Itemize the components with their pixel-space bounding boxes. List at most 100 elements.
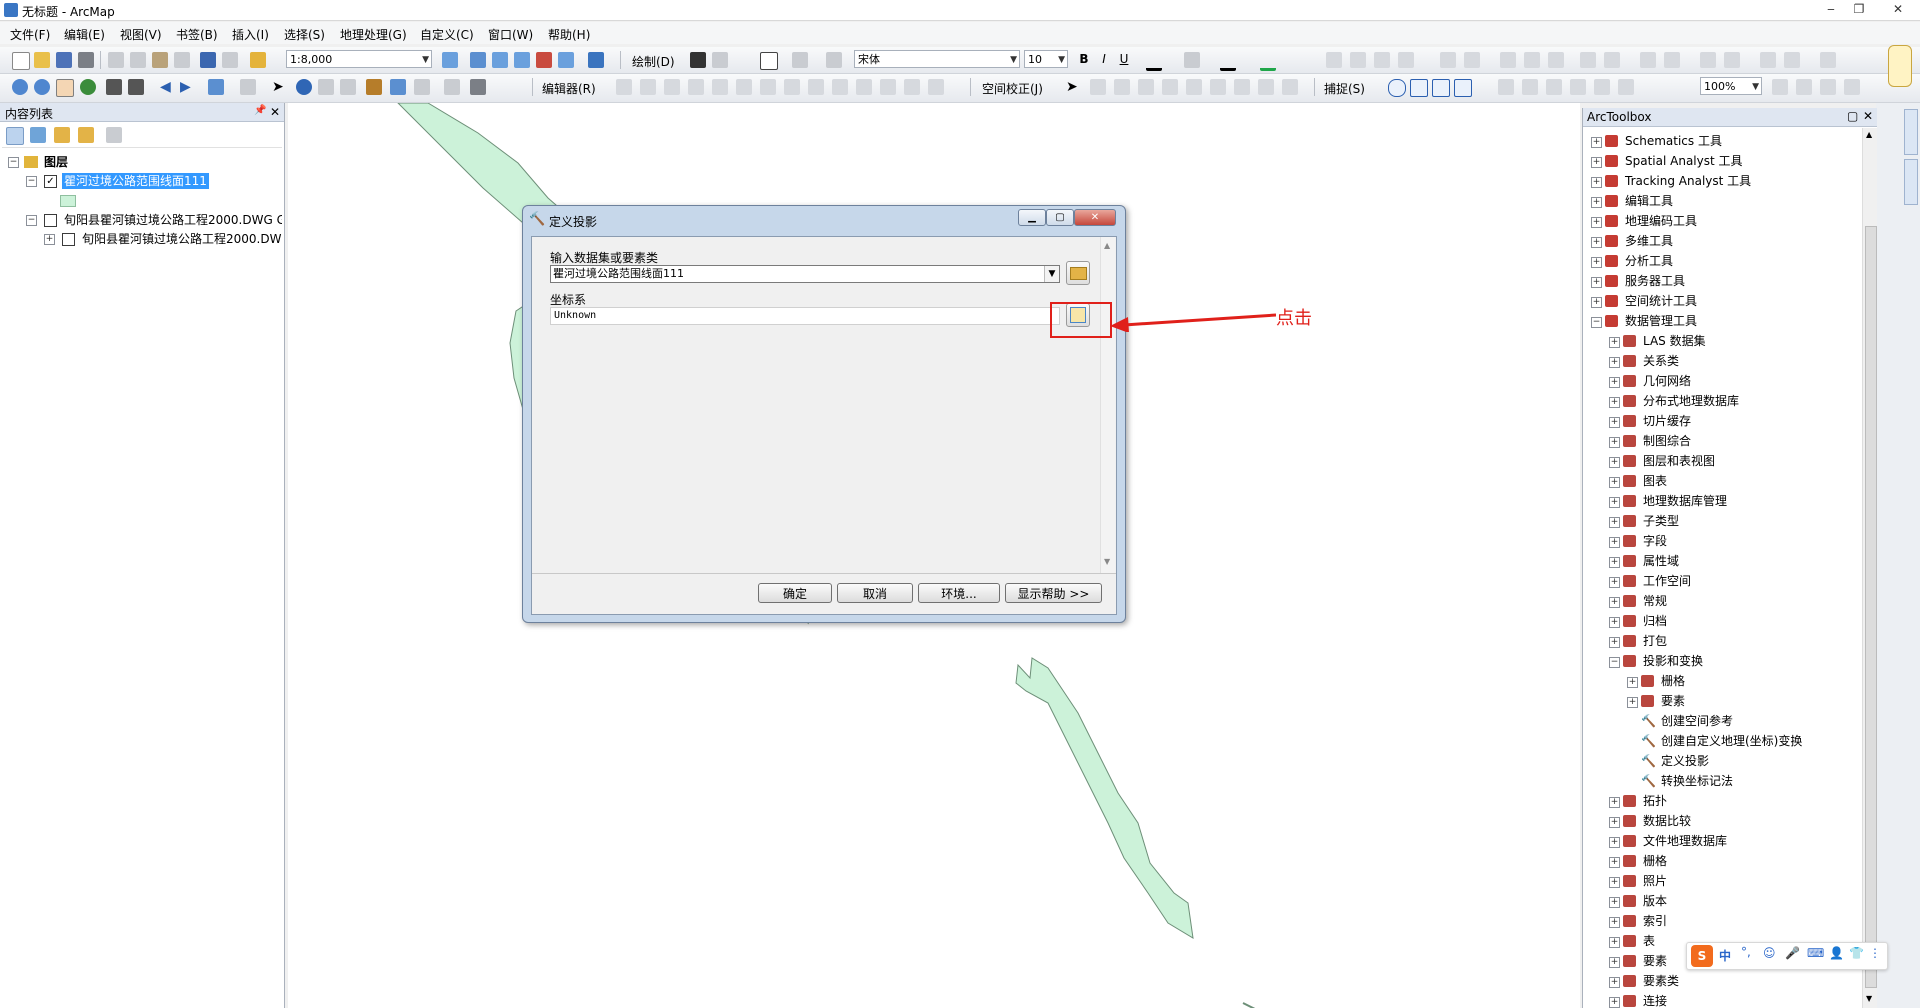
toolbox-tree-item[interactable]: + 版本 <box>1609 892 1853 911</box>
layout-tool-icon[interactable] <box>1546 79 1562 95</box>
toolbox-tree-item[interactable]: + 属性域 <box>1609 552 1853 571</box>
georef-tool-icon[interactable] <box>1548 52 1564 68</box>
georef-tool-icon[interactable] <box>1440 52 1456 68</box>
toolbox-tree-item[interactable]: + 分布式地理数据库 <box>1609 392 1853 411</box>
toolbox-tree-item[interactable]: + 图层和表视图 <box>1609 452 1853 471</box>
layout-tool-icon[interactable] <box>1618 79 1634 95</box>
menu-file[interactable]: 文件(F) <box>10 26 50 43</box>
toolbox-tree-item[interactable]: + 图表 <box>1609 472 1853 491</box>
menu-help[interactable]: 帮助(H) <box>548 26 590 43</box>
layer-visibility-checkbox[interactable] <box>62 233 75 246</box>
expand-icon[interactable]: + <box>1591 177 1602 188</box>
list-by-selection-icon[interactable] <box>78 127 94 143</box>
zoom-out-icon[interactable] <box>34 79 50 95</box>
toolbox-tree-item[interactable]: + Tracking Analyst 工具 <box>1591 172 1853 191</box>
expand-icon[interactable]: + <box>1609 997 1620 1008</box>
punctuation-icon[interactable]: °, <box>1741 945 1751 959</box>
expand-icon[interactable]: + <box>1609 417 1620 428</box>
expand-icon[interactable]: + <box>1609 957 1620 968</box>
edit-tool-icon[interactable] <box>880 79 896 95</box>
sogou-logo-icon[interactable]: S <box>1691 945 1713 967</box>
expand-icon[interactable]: + <box>1609 557 1620 568</box>
layout-zoom-combobox[interactable]: 100% ▼ <box>1700 77 1762 95</box>
coordinate-system-field[interactable]: Unknown <box>550 307 1060 325</box>
edit-tool-icon[interactable] <box>784 79 800 95</box>
edit-tool-icon[interactable] <box>664 79 680 95</box>
adjust-tool-icon[interactable] <box>1162 79 1178 95</box>
edit-tool-icon[interactable] <box>856 79 872 95</box>
select-elements-icon[interactable]: ➤ <box>1066 79 1082 95</box>
callout-icon[interactable] <box>826 52 842 68</box>
layout-tool-icon[interactable] <box>1844 79 1860 95</box>
georef-tool-icon[interactable] <box>1820 52 1836 68</box>
cut-icon[interactable] <box>108 52 124 68</box>
toolbox-tree-item[interactable]: + 连接 <box>1609 992 1853 1008</box>
toolbox-tree-item[interactable]: + 字段 <box>1609 532 1853 551</box>
layout-tool-icon[interactable] <box>1772 79 1788 95</box>
rectangle-icon[interactable] <box>760 52 778 70</box>
expand-icon[interactable]: + <box>1591 297 1602 308</box>
catalog-window-icon[interactable] <box>492 52 508 68</box>
georef-tool-icon[interactable] <box>1524 52 1540 68</box>
close-icon[interactable]: ✕ <box>1074 209 1116 226</box>
menu-insert[interactable]: 插入(I) <box>232 26 269 43</box>
toolbox-tree-item[interactable]: + 索引 <box>1609 912 1853 931</box>
toolbox-tree-item[interactable]: + 拓扑 <box>1609 792 1853 811</box>
menu-view[interactable]: 视图(V) <box>120 26 162 43</box>
layout-tool-icon[interactable] <box>1570 79 1586 95</box>
expand-icon[interactable]: + <box>1609 517 1620 528</box>
georef-tool-icon[interactable] <box>1700 52 1716 68</box>
time-slider-icon[interactable] <box>444 79 460 95</box>
adjust-tool-icon[interactable] <box>1138 79 1154 95</box>
maximize-icon[interactable]: ❐ <box>1846 0 1872 18</box>
chevron-up-icon[interactable]: ▲ <box>1866 130 1872 139</box>
georef-tool-icon[interactable] <box>1784 52 1800 68</box>
toolbox-tree-item[interactable]: + 服务器工具 <box>1591 272 1853 291</box>
environments-button[interactable]: 环境... <box>918 583 1000 603</box>
search-window-icon[interactable] <box>514 52 530 68</box>
georef-tool-icon[interactable] <box>1374 52 1390 68</box>
edit-tool-icon[interactable] <box>832 79 848 95</box>
toolbox-tree-item[interactable]: + 打包 <box>1609 632 1853 651</box>
toc-layer-label[interactable]: 瞿河过境公路范围线面111 <box>62 173 209 189</box>
microphone-icon[interactable]: 🎤 <box>1785 946 1800 960</box>
edit-tool-icon[interactable] <box>904 79 920 95</box>
expand-icon[interactable]: + <box>1627 677 1638 688</box>
adjust-tool-icon[interactable] <box>1210 79 1226 95</box>
expand-icon[interactable]: + <box>1591 217 1602 228</box>
toolbox-tree-item[interactable]: + 照片 <box>1609 872 1853 891</box>
collapse-icon[interactable]: − <box>26 176 37 187</box>
input-dataset-combobox[interactable]: 瞿河过境公路范围线面111 ▼ <box>550 265 1060 283</box>
vertex-snap-icon[interactable] <box>1432 79 1450 97</box>
toolbox-tree-item[interactable]: + 工作空间 <box>1609 572 1853 591</box>
full-extent-icon[interactable] <box>80 79 96 95</box>
expand-icon[interactable]: + <box>1609 357 1620 368</box>
end-snap-icon[interactable] <box>1410 79 1428 97</box>
close-icon[interactable]: ✕ <box>1878 0 1918 18</box>
toolbox-tree-item[interactable]: + 地理编码工具 <box>1591 212 1853 231</box>
emoji-icon[interactable]: ☺ <box>1763 946 1776 960</box>
expand-icon[interactable]: + <box>1609 477 1620 488</box>
draw-menu-label[interactable]: 绘制(D) <box>632 53 675 70</box>
bold-icon[interactable]: B <box>1076 52 1092 68</box>
marker-color-icon[interactable] <box>1260 52 1276 71</box>
spatial-adjustment-menu-label[interactable]: 空间校正(J) <box>982 80 1043 97</box>
menu-windows[interactable]: 窗口(W) <box>488 26 533 43</box>
toolbox-tree-item[interactable]: + 常规 <box>1609 592 1853 611</box>
expand-icon[interactable]: + <box>1591 157 1602 168</box>
toolbox-tool-item[interactable]: 🔨 创建自定义地理(坐标)变换 <box>1627 732 1853 751</box>
pan-icon[interactable] <box>56 79 74 97</box>
expand-icon[interactable]: + <box>1609 897 1620 908</box>
toolbox-tree-item[interactable]: + 栅格 <box>1609 852 1853 871</box>
select-features-icon[interactable] <box>208 79 224 95</box>
expand-icon[interactable]: + <box>1609 597 1620 608</box>
chevron-down-icon[interactable]: ▼ <box>1104 557 1110 566</box>
select-elements-icon[interactable] <box>690 52 706 68</box>
zoom-in-icon[interactable] <box>12 79 28 95</box>
close-icon[interactable]: ✕ <box>1863 109 1873 123</box>
toolbox-tree-item[interactable]: + 要素类 <box>1609 972 1853 991</box>
toolbox-tree-item[interactable]: + LAS 数据集 <box>1609 332 1853 351</box>
copy-icon[interactable] <box>130 52 146 68</box>
arctoolbox-window-icon[interactable] <box>536 52 552 68</box>
rotate-icon[interactable] <box>712 52 728 68</box>
